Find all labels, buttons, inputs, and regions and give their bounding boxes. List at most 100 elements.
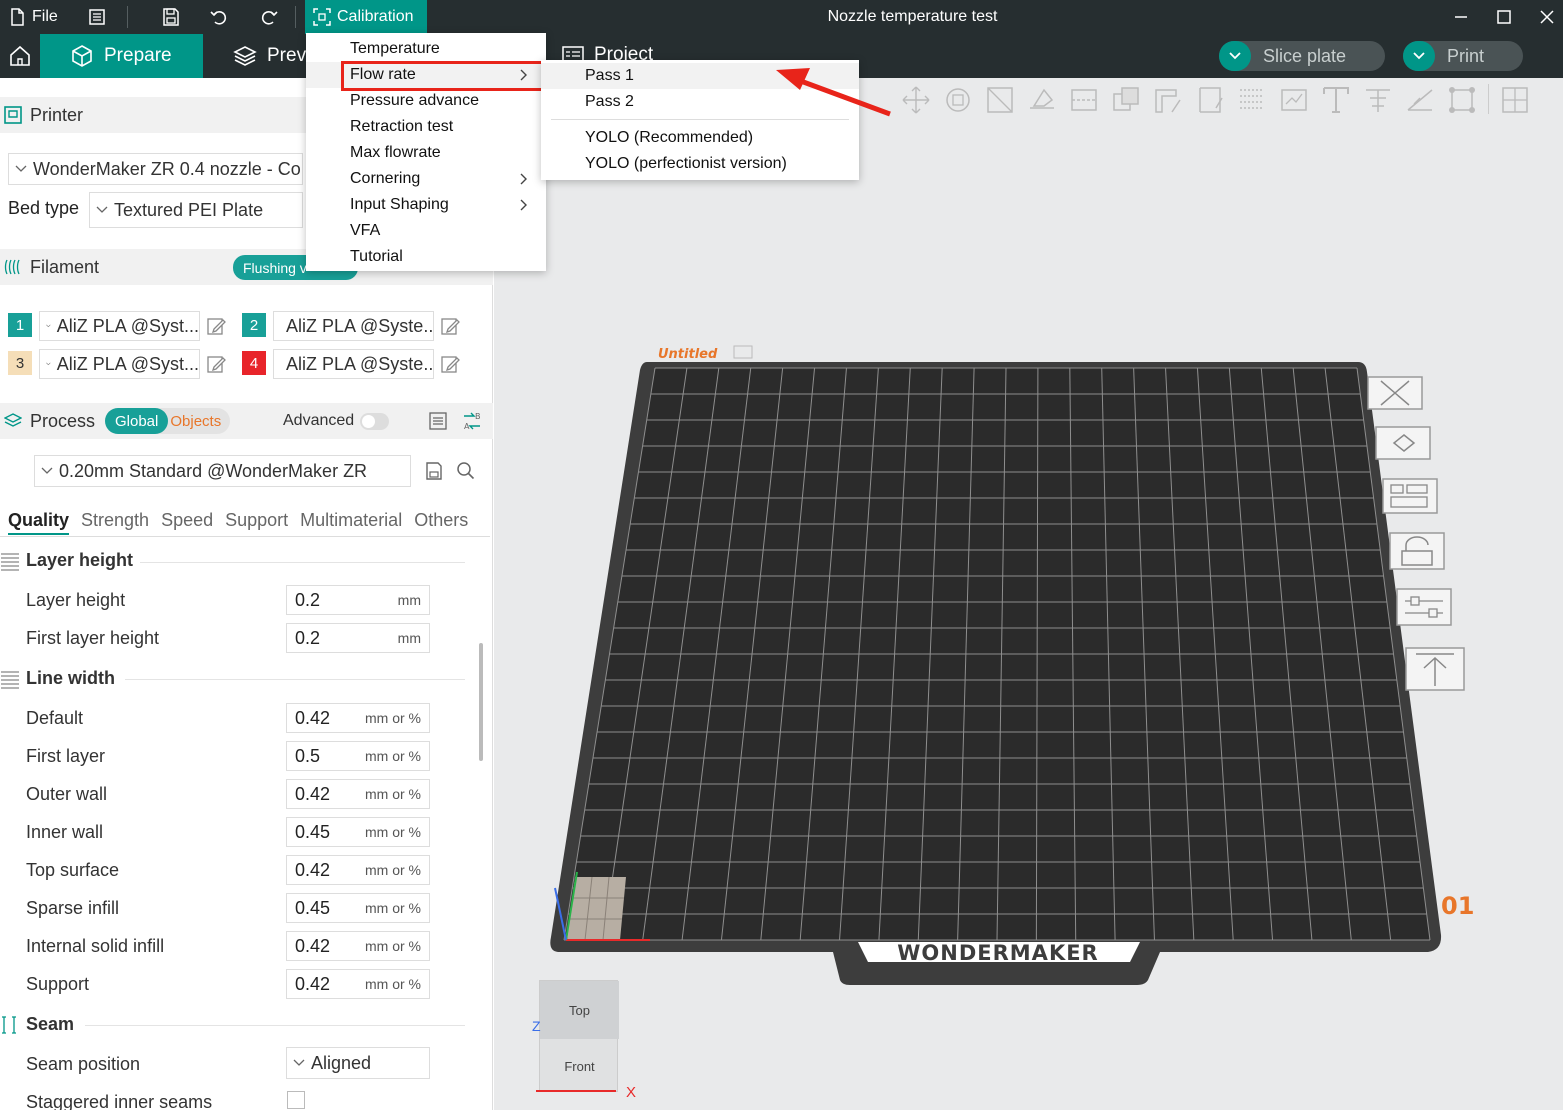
scale-icon[interactable] <box>984 84 1016 116</box>
global-objects-toggle[interactable]: Global Objects <box>105 408 230 434</box>
cube-top-face[interactable]: Top <box>540 981 619 1039</box>
move-to-top-icon[interactable] <box>1404 646 1468 696</box>
edit-filament-icon[interactable] <box>440 316 460 336</box>
tab-quality[interactable]: Quality <box>8 510 70 535</box>
assembly-icon[interactable] <box>1446 84 1478 116</box>
plate-settings-icon[interactable] <box>1395 587 1455 631</box>
outer-wall-input[interactable]: 0.42 mm or % <box>286 779 430 809</box>
slice-dropdown[interactable] <box>1219 41 1251 71</box>
measure-icon[interactable] <box>1404 84 1436 116</box>
search-icon[interactable] <box>456 461 476 481</box>
tab-support[interactable]: Support <box>225 510 288 535</box>
filament-select-1[interactable]: AliZ PLA @Syst... <box>39 311 200 341</box>
swap-ab-icon[interactable]: AB <box>461 410 483 432</box>
menu-item-retraction-test[interactable]: Retraction test <box>306 114 546 140</box>
edit-plate-name-icon[interactable] <box>733 345 753 359</box>
first-layer-input[interactable]: 0.5 mm or % <box>286 741 430 771</box>
seam-position-select[interactable]: Aligned <box>286 1047 430 1079</box>
fuzzy-skin-icon[interactable] <box>1236 84 1268 116</box>
save-preset-icon[interactable] <box>424 461 444 481</box>
filament-slot-number[interactable]: 1 <box>8 313 32 337</box>
printer-preset-select[interactable]: WonderMaker ZR 0.4 nozzle - Co <box>8 153 303 185</box>
bed-type-select[interactable]: Textured PEI Plate <box>89 192 303 228</box>
default-input[interactable]: 0.42 mm or % <box>286 703 430 733</box>
tab-preview[interactable]: Prev <box>203 34 313 78</box>
menu-item-cornering[interactable]: Cornering <box>306 166 546 192</box>
group-divider <box>140 562 465 563</box>
support-label: Support <box>26 974 90 994</box>
layer-height-input[interactable]: 0.2 mm <box>286 585 430 615</box>
text-icon[interactable] <box>1320 84 1352 116</box>
3d-viewport[interactable]: WONDERMAKER Untitled 01 Top Front X Z <box>494 78 1563 1110</box>
arrange-icon[interactable] <box>1381 477 1441 521</box>
menu-button[interactable] <box>88 0 106 34</box>
filament-select-2[interactable]: AliZ PLA @Syste... <box>273 311 434 341</box>
menu-item-vfa[interactable]: VFA <box>306 218 546 244</box>
view-navigation-cube[interactable]: Top Front <box>539 980 619 1093</box>
tab-speed[interactable]: Speed <box>161 510 213 535</box>
support-paint-icon[interactable] <box>1152 84 1184 116</box>
print-dropdown[interactable] <box>1403 41 1435 71</box>
inner-wall-input[interactable]: 0.45 mm or % <box>286 817 430 847</box>
cube-front-face[interactable]: Front <box>540 1039 619 1093</box>
advanced-toggle[interactable] <box>360 413 389 430</box>
tab-multimaterial[interactable]: Multimaterial <box>300 510 402 535</box>
cut-icon[interactable] <box>1068 84 1100 116</box>
internal-solid-infill-input[interactable]: 0.42 mm or % <box>286 931 430 961</box>
plate-name[interactable]: Untitled <box>658 347 718 362</box>
move-icon[interactable] <box>900 84 932 116</box>
menu-item-input-shaping[interactable]: Input Shaping <box>306 192 546 218</box>
compare-list-icon[interactable] <box>428 411 448 431</box>
support-input[interactable]: 0.42 mm or % <box>286 969 430 999</box>
svg-emboss-icon[interactable] <box>1362 84 1394 116</box>
chevron-down-icon <box>96 206 108 213</box>
lock-plate-icon[interactable] <box>1388 531 1448 575</box>
maximize-button[interactable] <box>1496 0 1512 34</box>
tab-strength[interactable]: Strength <box>81 510 149 535</box>
process-section-label: Process <box>30 410 96 431</box>
lay-on-face-icon[interactable] <box>1026 84 1058 116</box>
close-button[interactable] <box>1539 0 1555 34</box>
redo-button[interactable] <box>259 0 279 34</box>
tab-others[interactable]: Others <box>414 510 468 535</box>
submenu-item-yolo-recommended[interactable]: YOLO (Recommended) <box>541 125 859 151</box>
menu-item-tutorial[interactable]: Tutorial <box>306 244 546 270</box>
staggered-seams-checkbox[interactable] <box>287 1091 305 1109</box>
filament-slot-number[interactable]: 3 <box>8 351 32 375</box>
top-surface-input[interactable]: 0.42 mm or % <box>286 855 430 885</box>
rotate-icon[interactable] <box>942 84 974 116</box>
calibration-object[interactable] <box>567 877 626 940</box>
edit-filament-icon[interactable] <box>440 354 460 374</box>
color-paint-icon[interactable] <box>1278 84 1310 116</box>
minimize-button[interactable] <box>1453 0 1469 34</box>
calibration-menu[interactable]: Calibration <box>305 0 427 34</box>
boolean-icon[interactable] <box>1110 84 1142 116</box>
auto-orient-icon[interactable] <box>1374 425 1434 469</box>
menu-item-max-flowrate[interactable]: Max flowrate <box>306 140 546 166</box>
save-button[interactable] <box>161 0 181 34</box>
filament-select-3[interactable]: AliZ PLA @Syst... <box>39 349 200 379</box>
sidebar-scrollbar[interactable] <box>479 643 483 761</box>
global-toggle[interactable]: Global <box>105 408 169 434</box>
edit-filament-icon[interactable] <box>206 316 226 336</box>
edit-filament-icon[interactable] <box>206 354 226 374</box>
undo-button[interactable] <box>209 0 229 34</box>
print-button[interactable]: Print <box>1403 41 1523 71</box>
slice-plate-button[interactable]: Slice plate <box>1219 41 1385 71</box>
objects-toggle[interactable]: Objects <box>168 413 221 430</box>
sparse-infill-input[interactable]: 0.45 mm or % <box>286 893 430 923</box>
first-layer-height-input[interactable]: 0.2 mm <box>286 623 430 653</box>
filament-slot-number[interactable]: 4 <box>242 351 266 375</box>
home-button[interactable] <box>0 34 40 78</box>
tab-prepare-label: Prepare <box>104 45 172 66</box>
split-view-icon[interactable] <box>1499 84 1531 116</box>
tab-prepare[interactable]: Prepare <box>40 34 203 78</box>
filament-slot-number[interactable]: 2 <box>242 313 266 337</box>
menu-item-pressure-advance[interactable]: Pressure advance <box>306 88 546 114</box>
file-menu[interactable]: File <box>8 0 58 34</box>
submenu-item-yolo-perfectionist[interactable]: YOLO (perfectionist version) <box>541 151 859 177</box>
menu-item-temperature[interactable]: Temperature <box>306 36 546 62</box>
filament-select-4[interactable]: AliZ PLA @Syste... <box>273 349 434 379</box>
seam-paint-icon[interactable] <box>1194 84 1226 116</box>
process-preset-select[interactable]: 0.20mm Standard @WonderMaker ZR <box>34 455 411 487</box>
